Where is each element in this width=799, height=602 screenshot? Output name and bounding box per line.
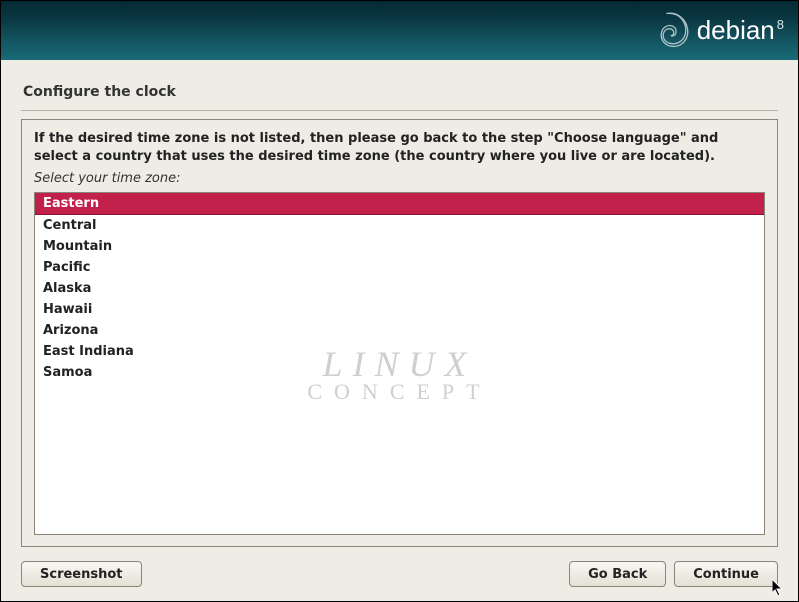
brand-name: debian (697, 15, 775, 45)
button-bar: Screenshot Go Back Continue (21, 561, 778, 587)
nav-button-group: Go Back Continue (569, 561, 778, 587)
page-title: Configure the clock (1, 60, 798, 110)
timezone-option[interactable]: Arizona (35, 320, 764, 341)
timezone-option[interactable]: Eastern (35, 193, 764, 215)
timezone-option[interactable]: Hawaii (35, 299, 764, 320)
header-banner: debian8 (1, 1, 798, 60)
instruction-text: If the desired time zone is not listed, … (34, 130, 765, 165)
timezone-option[interactable]: Mountain (35, 236, 764, 257)
debian-swirl-icon (647, 9, 691, 53)
content-frame: If the desired time zone is not listed, … (21, 119, 778, 547)
timezone-option[interactable]: Pacific (35, 257, 764, 278)
screenshot-button[interactable]: Screenshot (21, 561, 142, 587)
brand-version: 8 (777, 17, 784, 32)
timezone-option[interactable]: Alaska (35, 278, 764, 299)
continue-button[interactable]: Continue (674, 561, 778, 587)
timezone-option[interactable]: Central (35, 215, 764, 236)
brand-logo-text: debian8 (697, 15, 784, 46)
prompt-label: Select your time zone: (34, 171, 765, 186)
title-divider (21, 110, 778, 111)
go-back-button[interactable]: Go Back (569, 561, 666, 587)
timezone-option[interactable]: East Indiana (35, 341, 764, 362)
timezone-listbox[interactable]: LINUX CONCEPT EasternCentralMountainPaci… (34, 192, 765, 535)
timezone-option[interactable]: Samoa (35, 362, 764, 383)
